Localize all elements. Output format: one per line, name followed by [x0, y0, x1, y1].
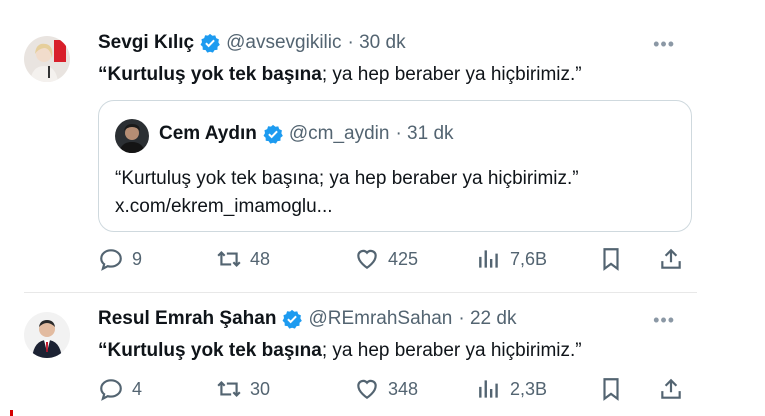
analytics-icon [479, 380, 498, 398]
tweet-card[interactable]: Resul Emrah Şahan @REmrahSahan · 22 dk •… [12, 298, 687, 416]
quoted-timestamp[interactable]: · 31 dk [395, 123, 453, 145]
verified-badge-icon [263, 124, 283, 144]
tweet-header: Resul Emrah Şahan @REmrahSahan · 22 dk [98, 308, 516, 330]
share-icon [661, 248, 681, 269]
bookmark-button[interactable] [598, 376, 632, 402]
reply-button[interactable]: 9 [98, 246, 142, 272]
tweet-actions: 4 30 348 2,3B [98, 376, 690, 406]
bookmark-icon [603, 378, 619, 401]
tweet-text: “Kurtuluş yok tek başına; ya hep beraber… [98, 340, 582, 362]
quoted-author-name[interactable]: Cem Aydın [159, 123, 257, 145]
views-count: 7,6B [510, 248, 548, 269]
tweet-header: Sevgi Kılıç @avsevgikilic · 30 dk [98, 32, 406, 54]
author-name[interactable]: Sevgi Kılıç [98, 32, 194, 54]
like-button[interactable]: 348 [354, 376, 418, 402]
reply-count: 9 [132, 248, 143, 269]
timestamp[interactable]: · 22 dk [458, 308, 516, 330]
share-icon [661, 378, 681, 399]
quoted-author-handle[interactable]: @cm_aydin [289, 123, 390, 145]
avatar[interactable] [24, 36, 70, 82]
verified-badge-icon [200, 33, 220, 53]
quoted-text: “Kurtuluş yok tek başına; ya hep beraber… [115, 165, 579, 221]
share-button[interactable] [658, 376, 692, 402]
tweet-card[interactable]: Sevgi Kılıç @avsevgikilic · 30 dk ••• “K… [12, 22, 692, 290]
like-count: 425 [388, 248, 419, 269]
bookmark-button[interactable] [598, 246, 632, 272]
more-options-icon[interactable]: ••• [653, 34, 675, 55]
red-edge-mark [10, 410, 13, 416]
verified-badge-icon [282, 309, 303, 329]
retweet-icon [217, 250, 241, 268]
quoted-link[interactable]: x.com/ekrem_imamoglu... [115, 193, 579, 221]
views-count: 2,3B [510, 378, 548, 399]
views-button[interactable]: 2,3B [476, 376, 547, 402]
share-button[interactable] [658, 246, 692, 272]
author-handle[interactable]: @avsevgikilic [226, 32, 341, 54]
like-count: 348 [388, 378, 419, 399]
views-button[interactable]: 7,6B [476, 246, 547, 272]
retweet-button[interactable]: 48 [216, 246, 270, 272]
quoted-text-line: “Kurtuluş yok tek başına; ya hep beraber… [115, 168, 579, 189]
timeline: Sevgi Kılıç @avsevgikilic · 30 dk ••• “K… [12, 0, 697, 416]
quoted-avatar[interactable] [115, 119, 149, 153]
quoted-tweet[interactable]: Cem Aydın @cm_aydin · 31 dk “Kurtuluş yo… [98, 100, 692, 232]
retweet-count: 30 [250, 378, 271, 399]
quoted-header: Cem Aydın @cm_aydin · 31 dk [159, 123, 454, 145]
heart-icon [357, 249, 377, 269]
tweet-text-bold: “Kurtuluş yok tek başına [98, 340, 322, 361]
like-button[interactable]: 425 [354, 246, 418, 272]
more-options-icon[interactable]: ••• [653, 310, 675, 331]
retweet-icon [217, 380, 241, 398]
tweet-text-bold: “Kurtuluş yok tek başına [98, 64, 322, 85]
reply-icon [100, 249, 122, 271]
retweet-count: 48 [250, 248, 271, 269]
avatar[interactable] [24, 312, 70, 358]
reply-count: 4 [132, 378, 143, 399]
tweet-actions: 9 48 425 7,6B [98, 246, 690, 276]
heart-icon [357, 379, 377, 399]
retweet-button[interactable]: 30 [216, 376, 270, 402]
reply-button[interactable]: 4 [98, 376, 142, 402]
author-handle[interactable]: @REmrahSahan [308, 308, 452, 330]
tweet-text-rest: ; ya hep beraber ya hiçbirimiz.” [321, 64, 582, 85]
tweet-text: “Kurtuluş yok tek başına; ya hep beraber… [98, 64, 582, 86]
reply-icon [100, 379, 122, 401]
analytics-icon [479, 250, 498, 268]
bookmark-icon [603, 248, 619, 271]
tweet-text-rest: ; ya hep beraber ya hiçbirimiz.” [321, 340, 582, 361]
tweet-divider [24, 292, 697, 293]
author-name[interactable]: Resul Emrah Şahan [98, 308, 276, 330]
timestamp[interactable]: · 30 dk [347, 32, 405, 54]
